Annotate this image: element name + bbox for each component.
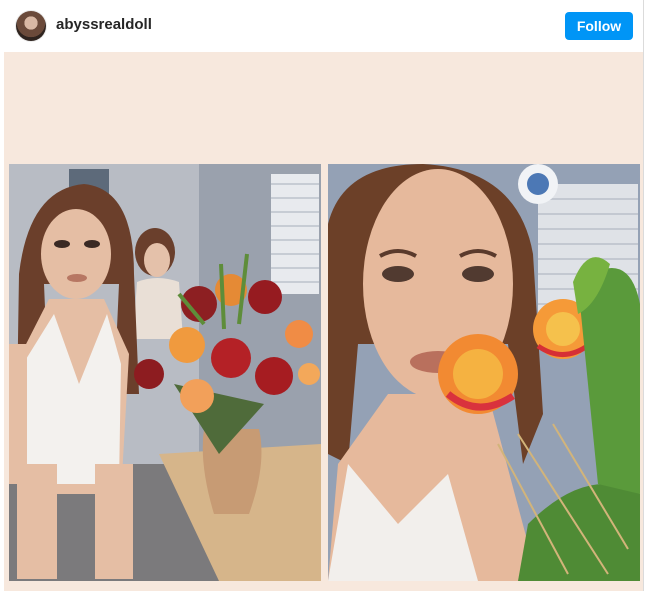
avatar[interactable]	[16, 11, 46, 41]
post-image	[4, 52, 643, 591]
post-photo-right	[328, 164, 640, 581]
post-photo-left	[9, 164, 321, 581]
follow-button[interactable]: Follow	[565, 12, 633, 40]
post-header: abyssrealdoll Follow	[0, 0, 643, 52]
doll-office-scene-image	[9, 164, 321, 581]
username[interactable]: abyssrealdoll	[56, 16, 152, 33]
doll-closeup-roses-image	[328, 164, 640, 581]
post-frame: abyssrealdoll Follow	[0, 0, 644, 591]
